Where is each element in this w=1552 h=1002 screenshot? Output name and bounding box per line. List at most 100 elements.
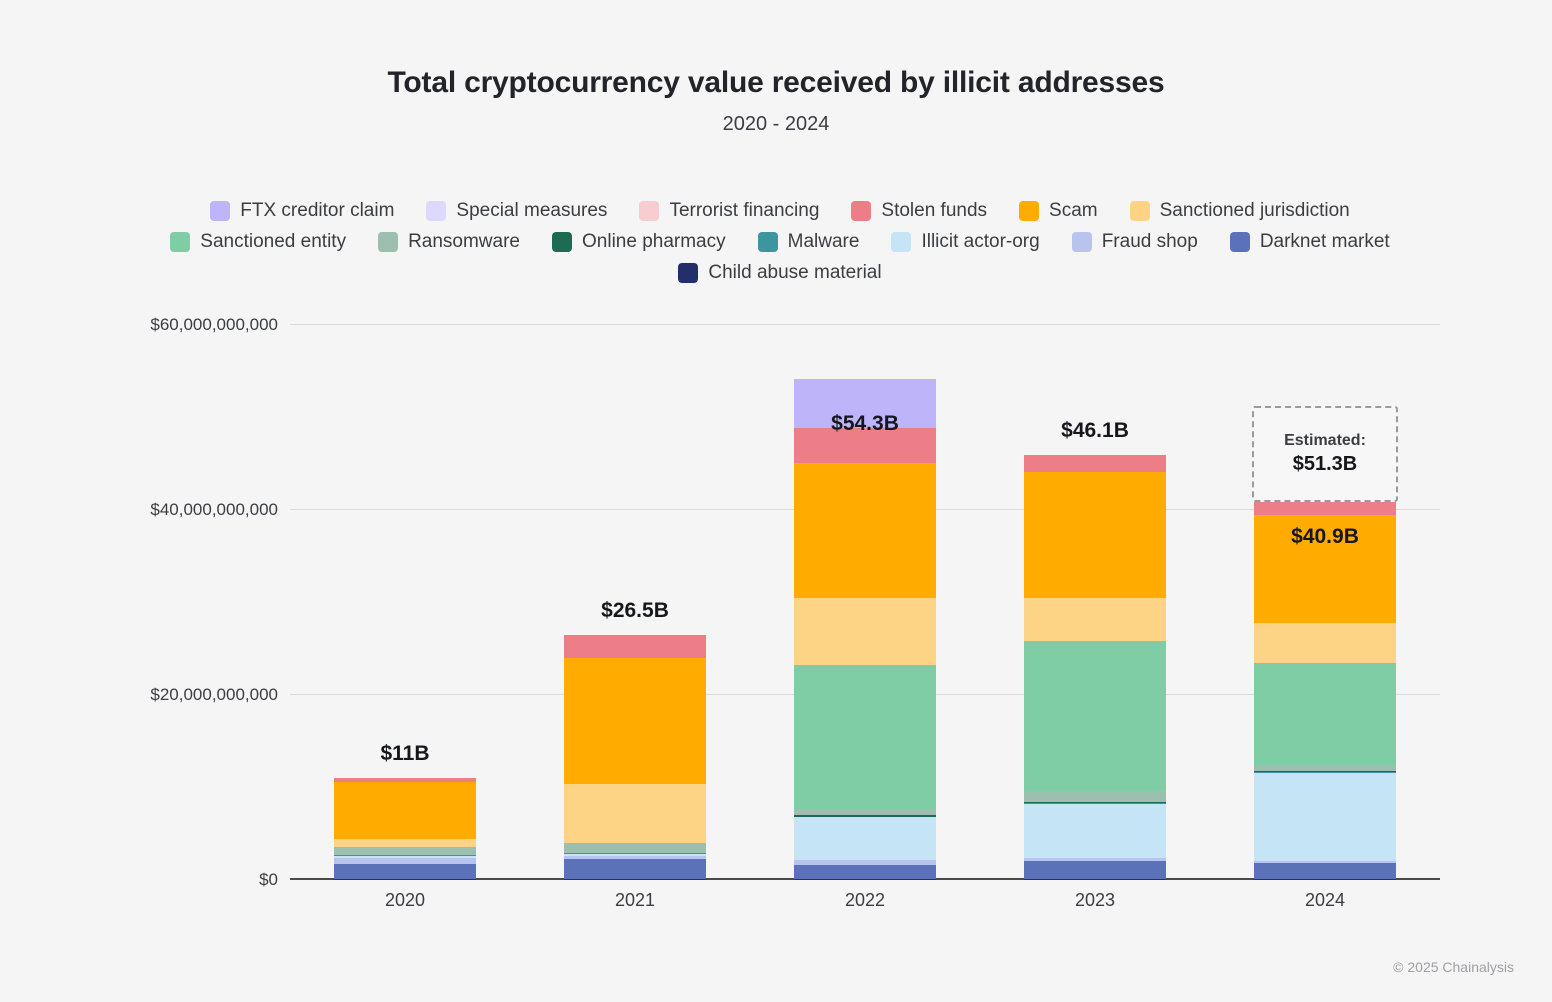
- legend-item-fraud-shop[interactable]: Fraud shop: [1071, 231, 1198, 253]
- legend-item-label: Ransomware: [408, 231, 520, 252]
- bar-segment-sanctioned-jurisdiction[interactable]: [1254, 622, 1396, 664]
- bar-segment-darknet-market[interactable]: [1024, 860, 1166, 880]
- legend-item-sanctioned-jurisdiction[interactable]: Sanctioned jurisdiction: [1129, 200, 1350, 222]
- y-axis-tick-label: $40,000,000,000: [150, 500, 278, 519]
- bar-segment-sanctioned-jurisdiction[interactable]: [1024, 598, 1166, 641]
- bar-segment-stolen-funds[interactable]: [564, 635, 706, 658]
- bar-segment-illicit-actor-org[interactable]: [794, 817, 936, 860]
- legend-item-label: Illicit actor-org: [921, 231, 1040, 252]
- bar-2023[interactable]: [1024, 454, 1166, 880]
- legend-item-terrorist-financing[interactable]: Terrorist financing: [639, 200, 819, 222]
- legend-swatch-icon: [678, 263, 699, 283]
- legend-item-label: Terrorist financing: [669, 200, 820, 221]
- legend-swatch-icon: [1019, 201, 1040, 221]
- bar-2020[interactable]: [334, 778, 476, 880]
- legend-item-label: Sanctioned entity: [200, 231, 347, 252]
- bar-segment-scam[interactable]: [334, 782, 476, 839]
- bar-segment-sanctioned-jurisdiction[interactable]: [564, 784, 706, 844]
- bar-segment-stolen-funds[interactable]: [1254, 501, 1396, 515]
- legend-row: Child abuse material: [115, 262, 1445, 284]
- estimate-label: Estimated:: [1284, 431, 1366, 449]
- legend-item-label: Malware: [787, 231, 860, 252]
- legend-swatch-icon: [1229, 232, 1250, 252]
- bar-segment-darknet-market[interactable]: [794, 865, 936, 880]
- bar-segment-ransomware[interactable]: [564, 843, 706, 853]
- chart-subtitle: 2020 - 2024: [722, 113, 830, 135]
- legend-item-label: Scam: [1049, 200, 1098, 221]
- bar-segment-sanctioned-entity[interactable]: [1024, 640, 1166, 792]
- legend-item-label: Stolen funds: [881, 200, 988, 221]
- bar-segment-scam[interactable]: [564, 657, 706, 785]
- x-axis-tick-label-2021: 2021: [614, 890, 656, 910]
- bar-segment-darknet-market[interactable]: [334, 863, 476, 880]
- bar-segment-scam[interactable]: [1024, 472, 1166, 599]
- legend-item-special-measures[interactable]: Special measures: [426, 200, 607, 222]
- bar-segment-stolen-funds[interactable]: [1024, 454, 1166, 473]
- legend-item-ftx-creditor-claim[interactable]: FTX creditor claim: [210, 200, 394, 222]
- bar-segment-sanctioned-jurisdiction[interactable]: [334, 838, 476, 848]
- bar-segment-child-abuse-material[interactable]: [334, 879, 476, 880]
- legend-item-child-abuse-material[interactable]: Child abuse material: [678, 262, 882, 284]
- bar-segment-child-abuse-material[interactable]: [1024, 879, 1166, 880]
- x-axis-tick-label-2024: 2024: [1304, 890, 1346, 910]
- legend-item-label: Fraud shop: [1101, 231, 1198, 252]
- bar-segment-sanctioned-entity[interactable]: [794, 664, 936, 810]
- legend-item-ransomware[interactable]: Ransomware: [378, 231, 520, 253]
- bar-segment-sanctioned-entity[interactable]: [1254, 663, 1396, 767]
- legend-item-label: Child abuse material: [708, 262, 882, 283]
- bar-total-label-2020: $11B: [380, 742, 430, 766]
- legend-item-online-pharmacy[interactable]: Online pharmacy: [552, 231, 726, 253]
- page-title: Total cryptocurrency value received by i…: [387, 66, 1165, 99]
- estimate-annotation-box: Estimated: $51.3B: [1252, 405, 1398, 502]
- x-axis-tick-label-2023: 2023: [1074, 890, 1116, 910]
- bar-segment-child-abuse-material[interactable]: [1254, 879, 1396, 880]
- bar-segment-child-abuse-material[interactable]: [564, 879, 706, 880]
- bar-segment-ransomware[interactable]: [1024, 791, 1166, 802]
- legend-row: Sanctioned entity Ransomware Online pharma…: [115, 231, 1445, 253]
- copyright-footer: © 2025 Chainalysis: [1393, 959, 1514, 975]
- legend-item-darknet-market[interactable]: Darknet market: [1229, 231, 1390, 253]
- legend-row: FTX creditor claim Special measures Terror…: [115, 200, 1445, 222]
- legend-swatch-icon: [851, 201, 872, 221]
- legend-item-scam[interactable]: Scam: [1019, 200, 1098, 222]
- legend-swatch-icon: [1129, 201, 1150, 221]
- legend-item-illicit-actor-org[interactable]: Illicit actor-org: [891, 231, 1040, 253]
- legend-swatch-icon: [210, 201, 231, 221]
- legend-swatch-icon: [552, 232, 572, 252]
- bar-segment-darknet-market[interactable]: [1254, 862, 1396, 880]
- plot-area: $11B $26.5B $54.3B $46.1B $40.9B Estimated: $5…: [290, 324, 1440, 880]
- legend-item-label: FTX creditor claim: [240, 200, 395, 221]
- legend-swatch-icon: [1071, 232, 1092, 252]
- legend-item-label: Darknet market: [1259, 231, 1390, 252]
- bar-total-label-2021: $26.5B: [601, 599, 669, 623]
- y-axis-tick-label: $60,000,000,000: [150, 315, 278, 334]
- legend-item-stolen-funds[interactable]: Stolen funds: [851, 200, 987, 222]
- bar-segment-scam[interactable]: [794, 463, 936, 599]
- bar-segment-darknet-market[interactable]: [564, 859, 706, 880]
- legend-swatch-icon: [426, 201, 447, 221]
- bar-segment-illicit-actor-org[interactable]: [1024, 803, 1166, 859]
- y-axis-tick-label: $20,000,000,000: [150, 685, 278, 704]
- y-axis-tick-label: $0: [259, 870, 278, 889]
- bar-total-label-2022: $54.3B: [831, 411, 899, 435]
- legend-item-sanctioned-entity[interactable]: Sanctioned entity: [170, 231, 346, 253]
- legend-swatch-icon: [378, 232, 399, 252]
- legend-item-malware[interactable]: Malware: [757, 231, 860, 253]
- x-axis-tick-label-2020: 2020: [384, 890, 426, 910]
- bar-total-label-2023: $46.1B: [1061, 418, 1129, 442]
- legend-swatch-icon: [639, 201, 660, 221]
- bar-segment-sanctioned-jurisdiction[interactable]: [794, 598, 936, 665]
- bar-segment-child-abuse-material[interactable]: [794, 879, 936, 880]
- legend-swatch-icon: [170, 232, 191, 252]
- bar-segment-ransomware[interactable]: [334, 847, 476, 855]
- x-axis-tick-label-2022: 2022: [844, 890, 886, 910]
- bar-2021[interactable]: [564, 635, 706, 880]
- gridline: [290, 324, 1440, 325]
- legend-swatch-icon: [891, 232, 912, 252]
- estimate-value: $51.3B: [1292, 452, 1358, 475]
- bar-2022[interactable]: [794, 378, 936, 880]
- legend-swatch-icon: [757, 232, 778, 252]
- bar-total-label-2024: $40.9B: [1291, 524, 1359, 548]
- bar-segment-illicit-actor-org[interactable]: [1254, 772, 1396, 862]
- bar-2024[interactable]: [1254, 501, 1396, 880]
